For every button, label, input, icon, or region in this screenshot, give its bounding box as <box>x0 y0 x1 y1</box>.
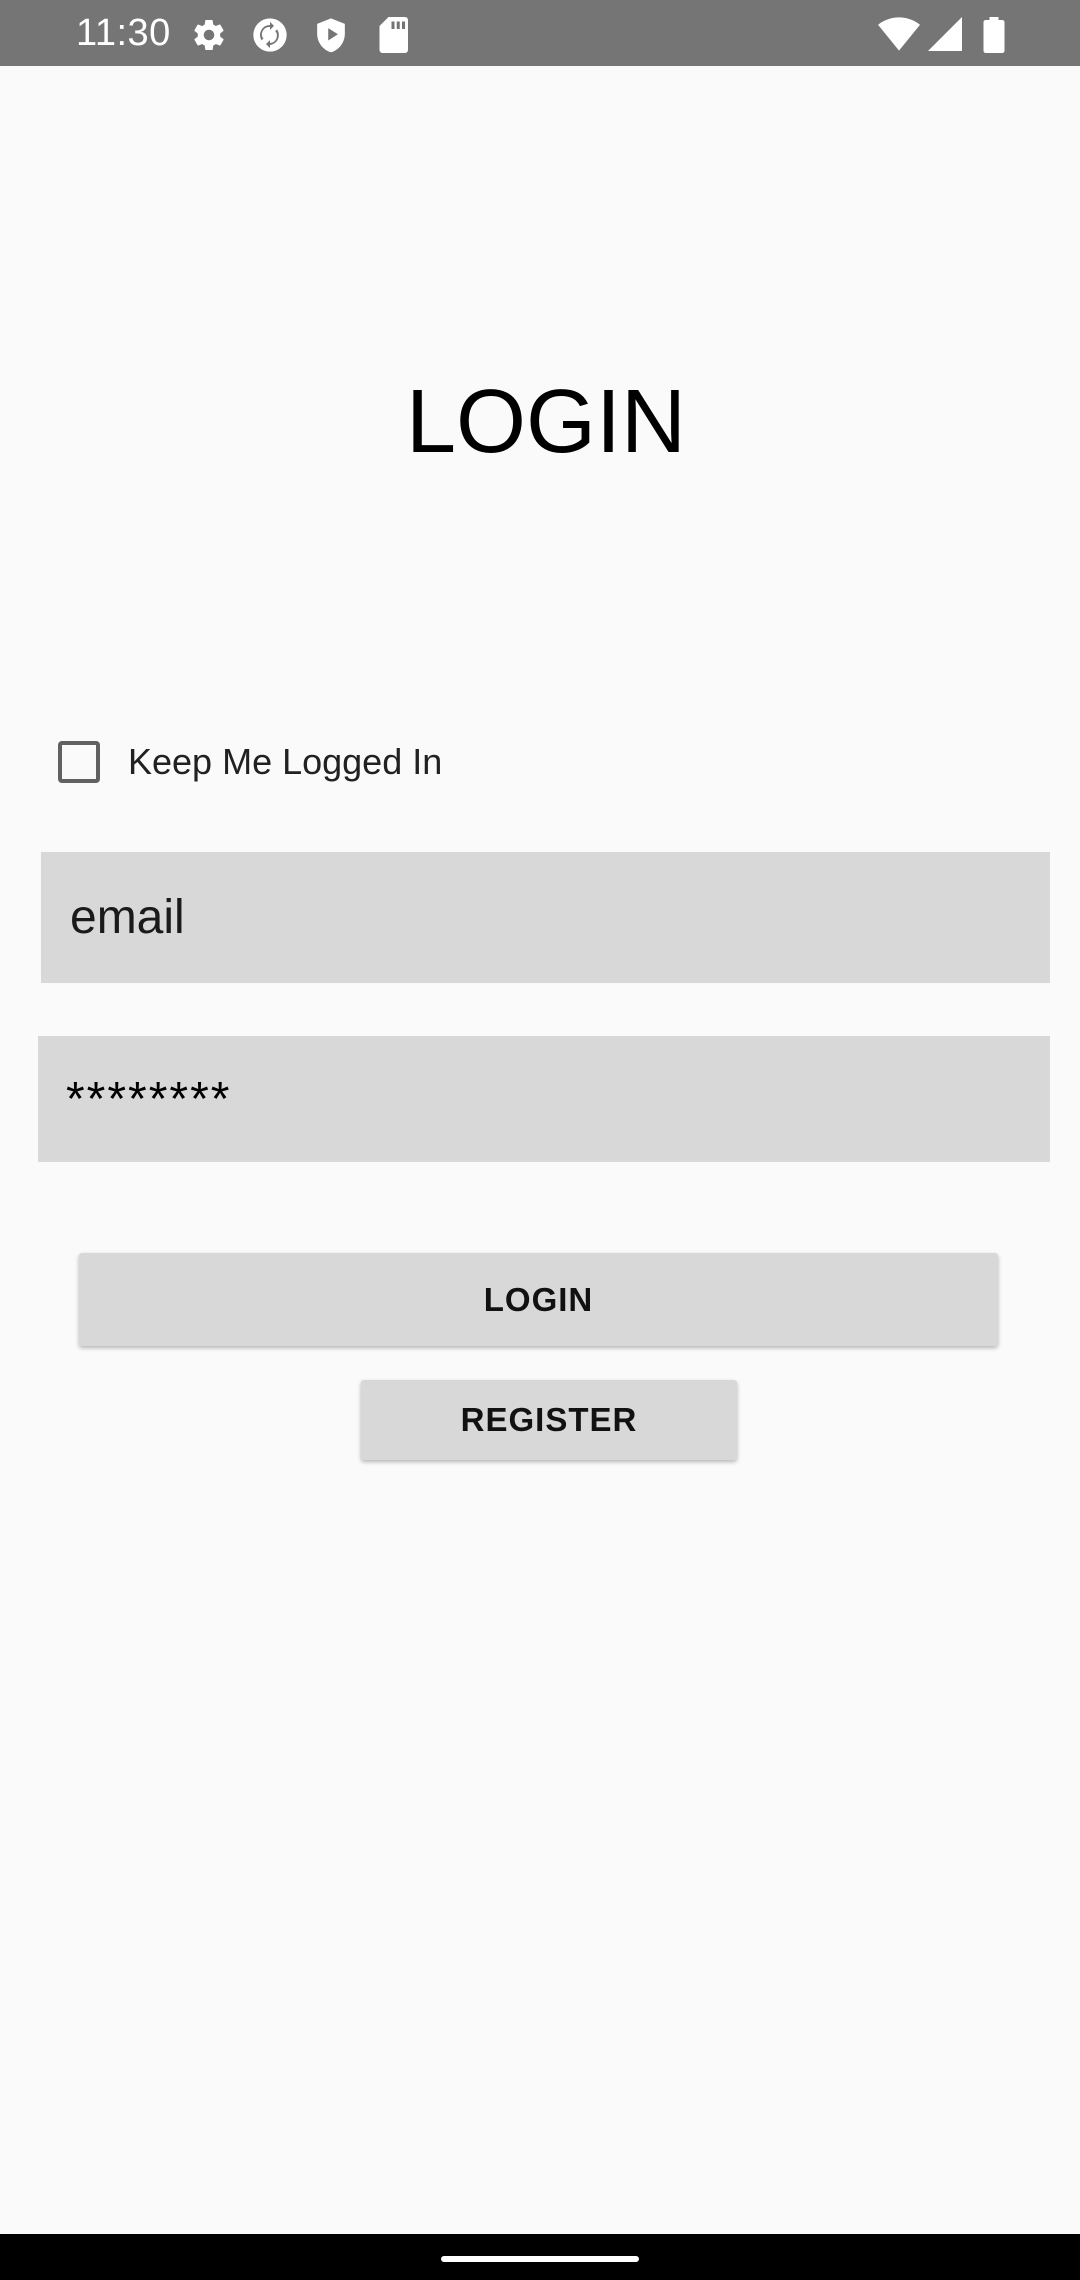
keep-logged-in-row[interactable]: Keep Me Logged In <box>58 734 442 790</box>
status-time: 11:30 <box>76 12 171 54</box>
status-bar: 11:30 <box>0 0 1080 66</box>
page-title: LOGIN <box>405 372 687 472</box>
keep-logged-in-checkbox[interactable] <box>58 741 100 783</box>
sync-icon <box>250 17 290 52</box>
settings-gear-icon <box>191 17 227 51</box>
keep-logged-in-label: Keep Me Logged In <box>128 741 443 782</box>
navigation-bar <box>0 2234 1080 2280</box>
battery-icon <box>983 17 1005 53</box>
register-button[interactable]: REGISTER <box>361 1380 737 1460</box>
wifi-icon <box>878 17 920 51</box>
password-field[interactable] <box>38 1036 1050 1162</box>
email-field[interactable] <box>41 852 1050 983</box>
login-button[interactable]: LOGIN <box>79 1253 998 1346</box>
sd-card-icon <box>378 17 408 53</box>
home-gesture-handle[interactable] <box>441 2256 639 2262</box>
shield-icon <box>314 17 348 53</box>
cellular-signal-icon <box>928 17 962 51</box>
